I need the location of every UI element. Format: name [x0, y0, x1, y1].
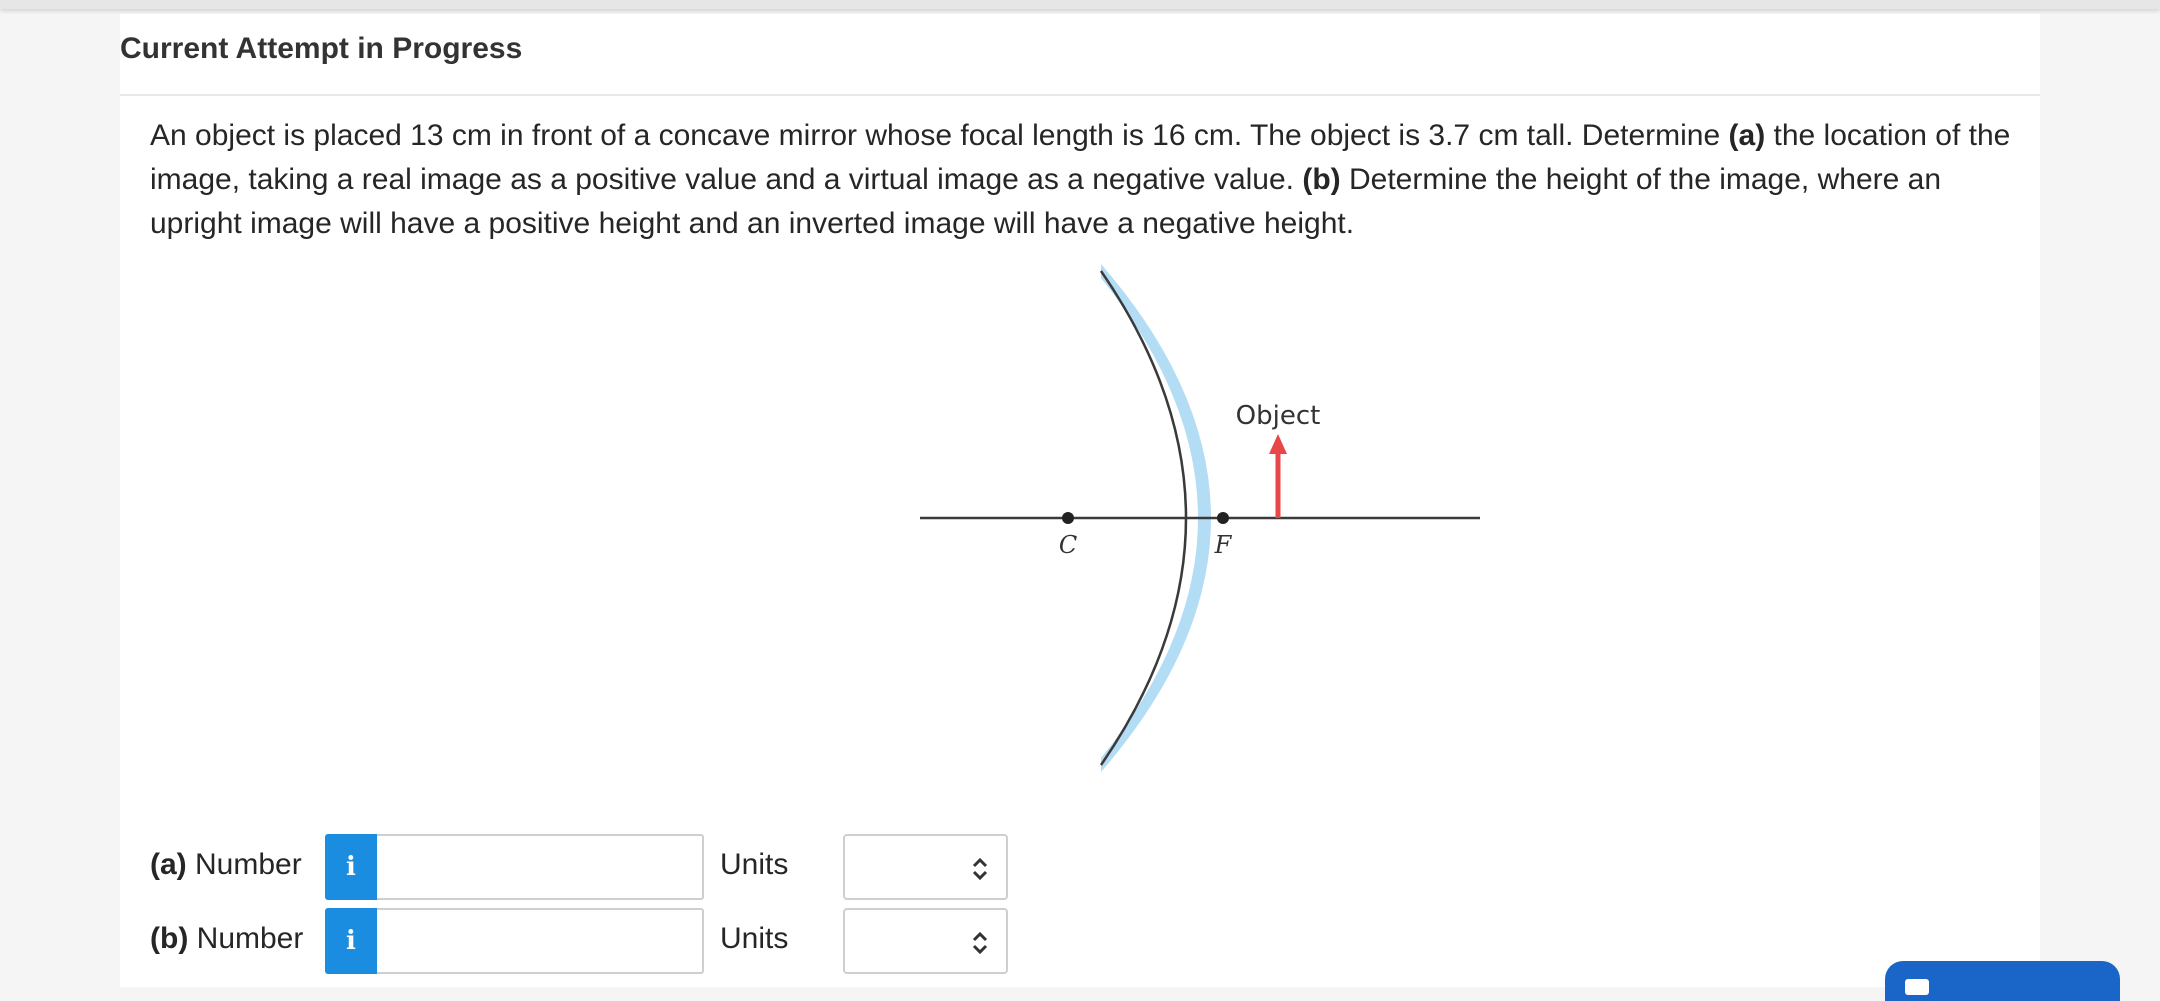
info-icon: i: [346, 926, 356, 956]
chevron-updown-icon: [972, 931, 988, 955]
center-point: [1062, 512, 1074, 524]
info-icon: i: [346, 852, 356, 882]
answer-b-units-label: Units: [720, 922, 789, 955]
object-label: Object: [1236, 401, 1321, 431]
answer-b-label: (b) Number: [150, 922, 303, 956]
answer-row-a: (a) Number i Units: [150, 834, 1050, 900]
answer-a-number-text: Number: [195, 848, 302, 881]
info-button-b[interactable]: i: [325, 908, 377, 974]
mirror-diagram-svg: Object C F: [920, 264, 1480, 772]
question-marker-b: (b): [1302, 163, 1341, 196]
question-panel: Current Attempt in Progress An object is…: [120, 14, 2040, 987]
answer-a-units-label: Units: [720, 848, 789, 881]
attempt-header: Current Attempt in Progress: [120, 14, 2040, 96]
center-label: C: [1059, 531, 1077, 559]
answer-a-marker: (a): [150, 848, 187, 881]
answer-a-units-select[interactable]: [843, 834, 1008, 900]
focal-point: [1217, 512, 1229, 524]
answer-a-label: (a) Number: [150, 848, 302, 882]
answer-row-b: (b) Number i Units: [150, 908, 1050, 974]
chevron-updown-icon: [972, 857, 988, 881]
answer-b-marker: (b): [150, 922, 189, 955]
answer-b-units-select[interactable]: [843, 908, 1008, 974]
object-arrow-head: [1269, 434, 1287, 454]
submit-button[interactable]: [1885, 961, 2120, 1001]
question-part-1: An object is placed 13 cm in front of a …: [150, 119, 1729, 152]
question-text: An object is placed 13 cm in front of a …: [150, 114, 2030, 246]
top-bar: [0, 0, 2160, 9]
info-button-a[interactable]: i: [325, 834, 377, 900]
attempt-title: Current Attempt in Progress: [120, 32, 523, 65]
focal-label: F: [1214, 531, 1233, 559]
submit-icon: [1905, 979, 1929, 995]
question-marker-a: (a): [1728, 119, 1766, 152]
answer-b-number-input[interactable]: [377, 908, 704, 974]
mirror-diagram: Object C F: [795, 254, 1495, 794]
answer-b-number-text: Number: [196, 922, 304, 955]
answer-a-number-input[interactable]: [377, 834, 704, 900]
